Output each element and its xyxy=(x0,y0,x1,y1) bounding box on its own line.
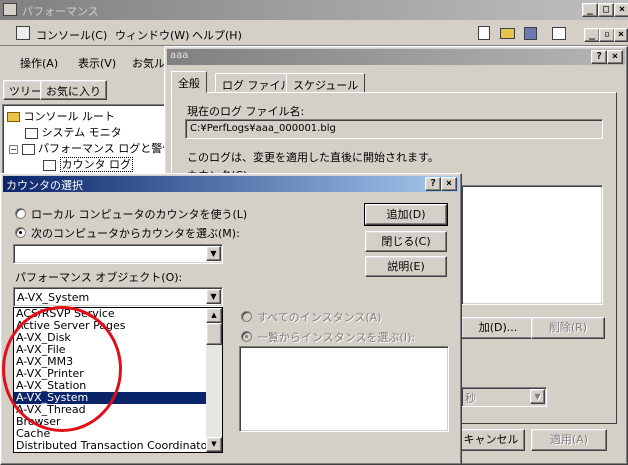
explain-button[interactable]: 説明(E) xyxy=(365,256,447,277)
child-close-icon[interactable]: × xyxy=(614,28,628,42)
action-toolbar: 操作(A) 表示(V) お気ル xyxy=(0,49,166,75)
perf-object-combo[interactable]: A-VX_System ▼ xyxy=(13,287,223,307)
tree-item-counter-logs[interactable]: カウンタ ログ xyxy=(43,156,133,172)
menu-action[interactable]: 操作(A) xyxy=(20,55,58,71)
minimize-icon[interactable]: _ xyxy=(582,3,598,17)
menu-window[interactable]: ウィンドウ(W) xyxy=(115,27,189,43)
tree-pane: コンソール ルート システム モニタ − パフォーマンス ログと警告 カウンタ … xyxy=(2,104,173,184)
counters-list[interactable] xyxy=(461,185,603,305)
list-scrollbar[interactable]: ▲ ▼ xyxy=(206,308,222,452)
radio-select-computer[interactable] xyxy=(15,227,26,238)
main-titlebar[interactable]: パフォーマンス _ □ × xyxy=(0,0,628,20)
radio-local-label: ローカル コンピュータのカウンタを使う(L) xyxy=(31,208,248,221)
close-button[interactable]: 閉じる(C) xyxy=(365,231,447,252)
apply-button[interactable]: 適用(A) xyxy=(531,429,607,451)
close-icon[interactable]: × xyxy=(614,3,628,17)
scroll-thumb[interactable] xyxy=(206,323,222,345)
cancel-button[interactable]: キャンセル xyxy=(457,429,525,451)
menu-view[interactable]: 表示(V) xyxy=(78,55,116,71)
tab-general[interactable]: 全般 xyxy=(171,71,207,93)
interval-unit-select[interactable]: 秒 ▼ xyxy=(461,387,547,407)
menu-help[interactable]: ヘルプ(H) xyxy=(192,27,242,43)
mmc-icon xyxy=(16,26,30,40)
start-note: このログは、変更を適用した直後に開始されます。 xyxy=(187,151,439,164)
add-button[interactable]: 追加(D) xyxy=(364,203,448,226)
tree-item-console-root[interactable]: コンソール ルート xyxy=(7,108,115,124)
scroll-down-icon[interactable]: ▼ xyxy=(206,437,222,452)
properties-tabs: 全般 ログ ファイル スケジュール xyxy=(171,71,471,93)
radio-all-instances-label: すべてのインスタンス(A) xyxy=(257,311,382,324)
counter-select-dialog: カウンタの選択 ? × ローカル コンピュータのカウンタを使う(L) 次のコンピ… xyxy=(0,173,462,465)
perf-object-label: パフォーマンス オブジェクト(O): xyxy=(15,271,183,284)
properties-close-icon[interactable]: × xyxy=(607,50,623,64)
help-icon[interactable]: ? xyxy=(591,50,607,64)
expand-icon[interactable]: − xyxy=(9,144,18,154)
properties-title: aaa xyxy=(170,50,189,61)
counter-dialog-titlebar[interactable]: カウンタの選択 ? × xyxy=(3,176,459,192)
counter-help-icon[interactable]: ? xyxy=(425,177,441,191)
current-log-label: 現在のログ ファイル名: xyxy=(187,105,305,118)
current-log-field: C:¥PerfLogs¥aaa_000001.blg xyxy=(185,119,603,139)
tree-item-system-monitor[interactable]: システム モニタ xyxy=(25,124,122,140)
save-icon[interactable] xyxy=(524,27,537,40)
folder-icon xyxy=(7,112,20,122)
main-menubar: コンソール(C) ウィンドウ(W) ヘルプ(H) _ ▫ × xyxy=(0,22,628,46)
instance-list[interactable] xyxy=(239,346,449,432)
chart-icon xyxy=(25,127,38,139)
remove-counter-button[interactable]: 削除(R) xyxy=(531,317,605,339)
menu-favorites[interactable]: お気ル xyxy=(132,55,165,71)
chevron-down-icon[interactable]: ▼ xyxy=(530,389,545,404)
tab-favorites[interactable]: お気に入り xyxy=(40,80,107,100)
counter-log-icon xyxy=(43,159,56,171)
perf-object-items: ACS/RSVP Service Active Server Pages A-VX_… xyxy=(14,308,212,452)
chevron-down-icon[interactable]: ▼ xyxy=(206,246,221,261)
computer-combo[interactable]: ▼ xyxy=(13,244,223,264)
scroll-up-icon[interactable]: ▲ xyxy=(206,308,222,323)
radio-select-label: 次のコンピュータからカウンタを選ぶ(M): xyxy=(31,227,240,240)
radio-select-instances[interactable] xyxy=(241,331,252,342)
new-icon[interactable] xyxy=(478,26,490,40)
counter-close-icon[interactable]: × xyxy=(441,177,457,191)
list-item[interactable]: Distributed Transaction Coordinator xyxy=(14,440,212,452)
child-restore-icon[interactable]: ▫ xyxy=(599,28,615,42)
chevron-down-icon[interactable]: ▼ xyxy=(206,289,221,304)
perf-object-list[interactable]: ACS/RSVP Service Active Server Pages A-VX_… xyxy=(13,307,223,453)
main-title: パフォーマンス xyxy=(22,5,99,18)
child-minimize-icon[interactable]: _ xyxy=(584,28,600,42)
view-icon[interactable] xyxy=(552,27,566,40)
log-icon xyxy=(21,143,35,155)
open-icon[interactable] xyxy=(500,28,515,39)
maximize-icon[interactable]: □ xyxy=(598,3,614,17)
radio-all-instances[interactable] xyxy=(241,311,252,322)
properties-titlebar[interactable]: aaa ? × xyxy=(167,49,625,65)
radio-select-instances-label: 一覧からインスタンスを選ぶ(I): xyxy=(257,331,416,344)
tab-schedule[interactable]: スケジュール xyxy=(286,73,366,93)
radio-local-computer[interactable] xyxy=(15,208,26,219)
add-counter-button[interactable]: 加(D)... xyxy=(461,317,535,339)
app-icon xyxy=(3,3,17,16)
tree-tab-strip: ツリー お気に入り xyxy=(0,78,166,102)
menu-console[interactable]: コンソール(C) xyxy=(36,27,107,43)
counter-dialog-title: カウンタの選択 xyxy=(6,179,83,192)
tree-item-perf-logs[interactable]: − パフォーマンス ログと警告 xyxy=(9,140,173,156)
